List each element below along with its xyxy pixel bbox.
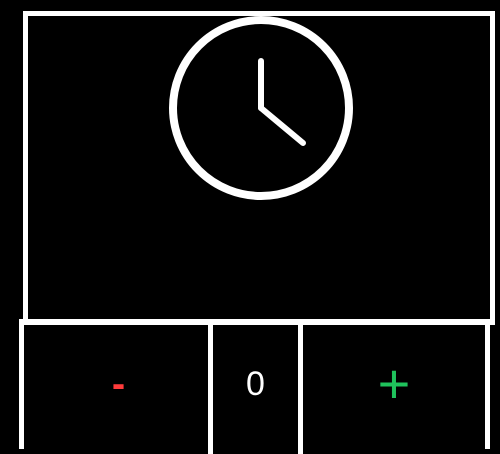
- counter-controls: - 0 +: [19, 319, 490, 454]
- counter-value: 0: [246, 365, 265, 403]
- decrement-label: -: [111, 362, 126, 406]
- counter-value-cell: 0: [208, 324, 303, 454]
- display-panel: [23, 11, 495, 325]
- clock-icon: [169, 16, 353, 200]
- increment-label: +: [377, 352, 411, 415]
- increment-button[interactable]: +: [303, 324, 485, 454]
- decrement-button[interactable]: -: [29, 324, 208, 454]
